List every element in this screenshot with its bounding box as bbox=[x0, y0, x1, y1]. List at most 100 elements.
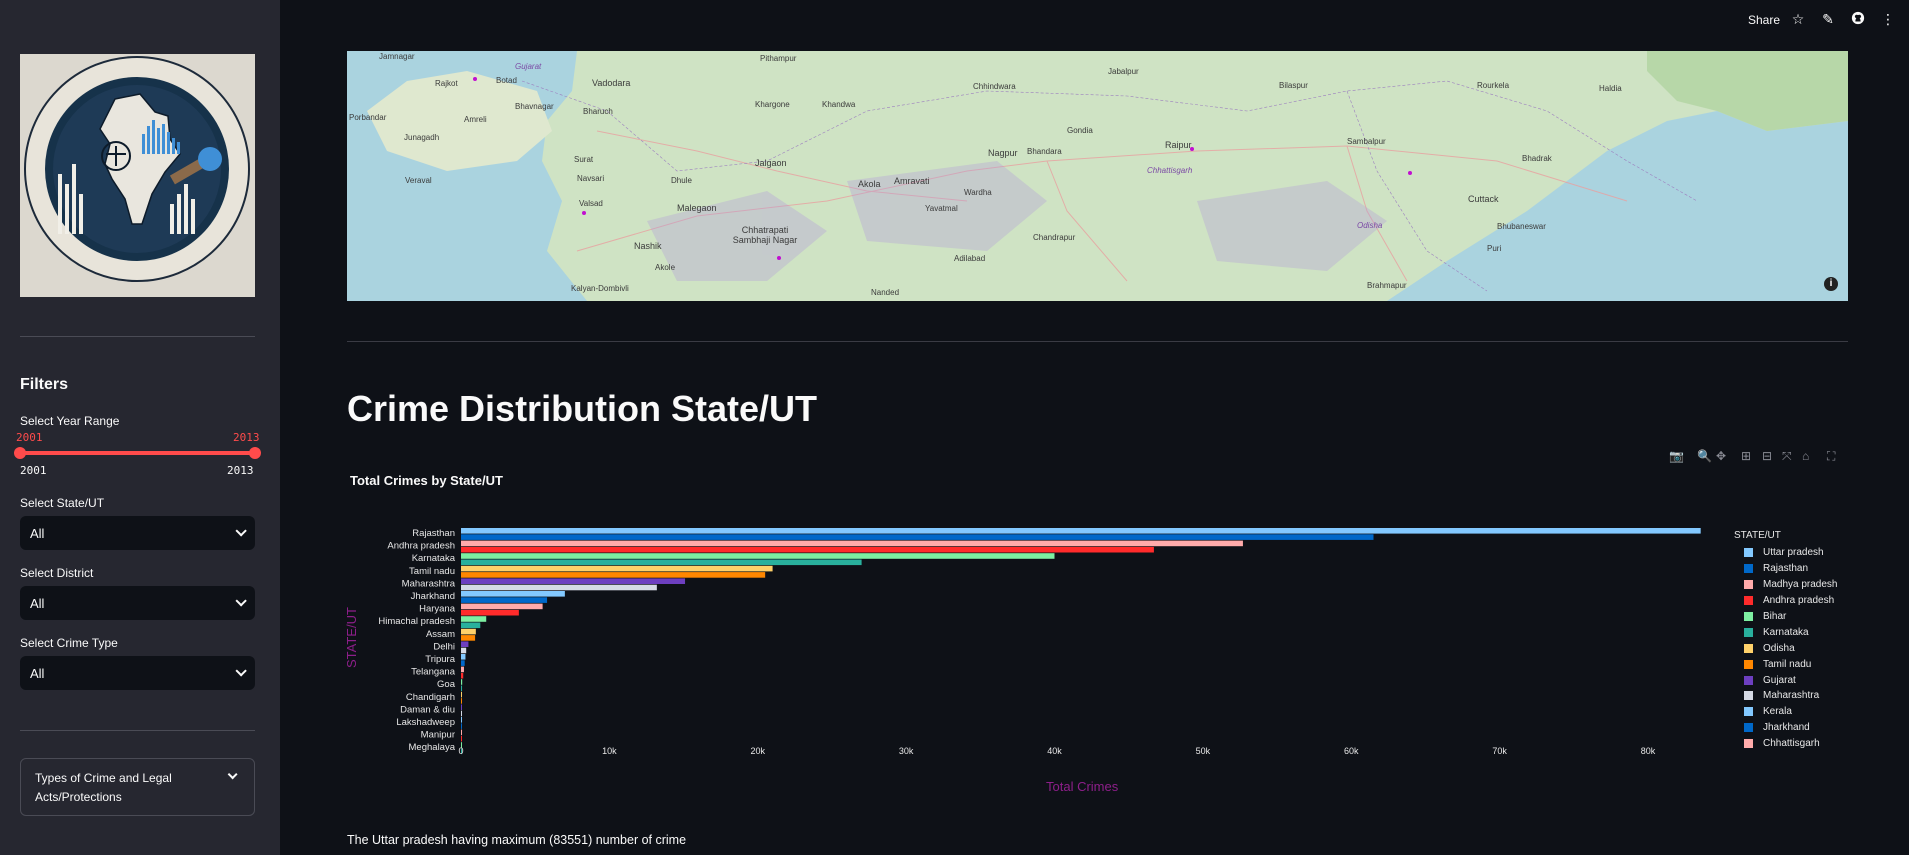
bar-jharkhand[interactable] bbox=[461, 597, 548, 603]
state-select[interactable]: All bbox=[20, 516, 255, 550]
legend-item[interactable]: Rajasthan bbox=[1744, 561, 1838, 577]
bar-kerala[interactable] bbox=[461, 591, 565, 597]
x-tick-label: 0 bbox=[458, 746, 463, 756]
bar-punjab[interactable] bbox=[461, 628, 476, 635]
star-icon[interactable]: ☆ bbox=[1790, 11, 1806, 27]
bar-rajasthan[interactable] bbox=[461, 534, 1374, 540]
legend-item[interactable]: Kerala bbox=[1744, 704, 1838, 720]
y-tick-label: Karnataka bbox=[412, 553, 456, 564]
legend-swatch bbox=[1744, 691, 1753, 701]
map-point[interactable] bbox=[582, 211, 586, 215]
map-label: Bhavnagar bbox=[515, 102, 554, 111]
year-range-slider-track[interactable] bbox=[20, 451, 255, 455]
bar-gujarat[interactable] bbox=[461, 578, 686, 584]
bar-puducherry[interactable] bbox=[461, 666, 464, 673]
bar-sikkim[interactable] bbox=[461, 679, 463, 685]
bar-manipur[interactable] bbox=[461, 735, 462, 742]
bar-mizoram[interactable] bbox=[461, 729, 462, 736]
year-range-min-thumb[interactable] bbox=[14, 447, 26, 459]
bar-d-n-haveli[interactable] bbox=[461, 704, 462, 710]
bar-tamil-nadu[interactable] bbox=[461, 572, 766, 578]
reset-axes-icon[interactable]: ⌂ bbox=[1802, 449, 1809, 465]
map-label: Junagadh bbox=[404, 133, 440, 142]
legend-item[interactable]: Jharkhand bbox=[1744, 720, 1838, 736]
legend-item[interactable]: Madhya pradesh bbox=[1744, 577, 1838, 593]
fullscreen-icon[interactable]: ⛶ bbox=[1827, 449, 1835, 465]
bar-himachal-pradesh[interactable] bbox=[461, 622, 481, 629]
district-select[interactable]: All bbox=[20, 586, 255, 620]
y-tick-label: Goa bbox=[437, 679, 456, 690]
main-menu-icon[interactable]: ⋮ bbox=[1880, 11, 1896, 27]
legend-title: STATE/UT bbox=[1734, 530, 1781, 541]
info-icon[interactable]: i bbox=[1824, 277, 1838, 291]
bar-jammu-kashmir[interactable] bbox=[461, 654, 466, 660]
map-label: Bhadrak bbox=[1522, 154, 1552, 163]
legend-item[interactable]: Andhra pradesh bbox=[1744, 593, 1838, 609]
page-title: Crime Distribution State/UT bbox=[347, 388, 818, 429]
legend-item[interactable]: Odisha bbox=[1744, 640, 1838, 656]
map-point[interactable] bbox=[1190, 147, 1194, 151]
y-tick-label: Haryana bbox=[419, 604, 456, 615]
legend-item[interactable]: Tamil nadu bbox=[1744, 656, 1838, 672]
state-select-label: Select State/UT bbox=[20, 496, 105, 510]
pan-icon[interactable]: ✥ bbox=[1716, 449, 1726, 465]
zoom-in-icon[interactable]: ⊞ bbox=[1741, 449, 1751, 465]
bar-maharashtra[interactable] bbox=[461, 584, 657, 591]
bar-lakshadweep[interactable] bbox=[461, 723, 462, 729]
map-label: Nanded bbox=[871, 288, 900, 297]
legend-item[interactable]: Karnataka bbox=[1744, 624, 1838, 640]
y-tick-label: Daman & diu bbox=[400, 704, 455, 715]
map-point[interactable] bbox=[1408, 171, 1412, 175]
bar-bihar[interactable] bbox=[461, 553, 1055, 559]
zoom-out-icon[interactable]: ⊟ bbox=[1762, 449, 1772, 465]
bar-west-bengal[interactable] bbox=[461, 641, 469, 647]
github-icon[interactable] bbox=[1850, 11, 1866, 27]
map-label: Nashik bbox=[634, 241, 662, 251]
year-range-max-thumb[interactable] bbox=[249, 447, 261, 459]
legend-item[interactable]: Chhattisgarh bbox=[1744, 736, 1838, 752]
bar-madhya-pradesh[interactable] bbox=[461, 540, 1243, 547]
bar-a-n-islands[interactable] bbox=[461, 691, 462, 698]
bar-assam[interactable] bbox=[461, 635, 476, 641]
y-tick-label: Manipur bbox=[421, 730, 455, 741]
legend-item[interactable]: Bihar bbox=[1744, 609, 1838, 625]
legend-item[interactable]: Gujarat bbox=[1744, 672, 1838, 688]
legend-item[interactable]: Maharashtra bbox=[1744, 688, 1838, 704]
bar-uttar-pradesh[interactable] bbox=[461, 528, 1701, 534]
bar-chandigarh[interactable] bbox=[461, 698, 462, 704]
camera-icon[interactable]: 📷 bbox=[1669, 449, 1684, 465]
share-button[interactable]: Share bbox=[1748, 13, 1780, 27]
edit-icon[interactable]: ✎ bbox=[1820, 11, 1836, 27]
crime-type-select[interactable]: All bbox=[20, 656, 255, 690]
bar-haryana[interactable] bbox=[461, 609, 519, 616]
map-label: Porbandar bbox=[349, 113, 387, 122]
map-label: Surat bbox=[574, 155, 594, 164]
bar-tripura[interactable] bbox=[461, 660, 465, 666]
legend-label: Rajasthan bbox=[1763, 563, 1809, 575]
bar-karnataka[interactable] bbox=[461, 559, 862, 566]
chevron-down-icon bbox=[235, 525, 247, 537]
bar-delhi[interactable] bbox=[461, 647, 467, 654]
map-label: Rourkela bbox=[1477, 81, 1510, 90]
legend-item[interactable]: Uttar pradesh bbox=[1744, 545, 1838, 561]
bar-telangana[interactable] bbox=[461, 672, 464, 679]
x-axis-label: Total Crimes bbox=[1046, 779, 1119, 794]
map-point[interactable] bbox=[473, 77, 477, 81]
bar-daman-diu[interactable] bbox=[461, 710, 462, 717]
bar-goa[interactable] bbox=[461, 685, 463, 692]
bar-andhra-pradesh[interactable] bbox=[461, 546, 1154, 553]
bar-chhattisgarh[interactable] bbox=[461, 603, 543, 610]
logo-image bbox=[20, 54, 255, 297]
crime-types-expander[interactable]: Types of Crime and Legal Acts/Protection… bbox=[20, 758, 255, 816]
map-point[interactable] bbox=[777, 256, 781, 260]
autoscale-icon[interactable]: ⤧ bbox=[1782, 449, 1792, 465]
scatter-map[interactable]: Jamnagar Rajkot Botad Gujarat Vadodara B… bbox=[347, 51, 1848, 301]
bar-chart[interactable]: Rajasthan Andhra pradeshKarnataka Tamil na… bbox=[347, 520, 1747, 760]
map-label: Jamnagar bbox=[379, 52, 415, 61]
map-label: Jabalpur bbox=[1108, 67, 1139, 76]
bar-arunachal-pradesh[interactable] bbox=[461, 717, 462, 723]
zoom-icon[interactable]: 🔍 bbox=[1697, 449, 1712, 465]
year-range-max-tick: 2013 bbox=[227, 464, 254, 477]
bar-odisha[interactable] bbox=[461, 565, 773, 572]
bar-uttarakhand[interactable] bbox=[461, 616, 487, 622]
